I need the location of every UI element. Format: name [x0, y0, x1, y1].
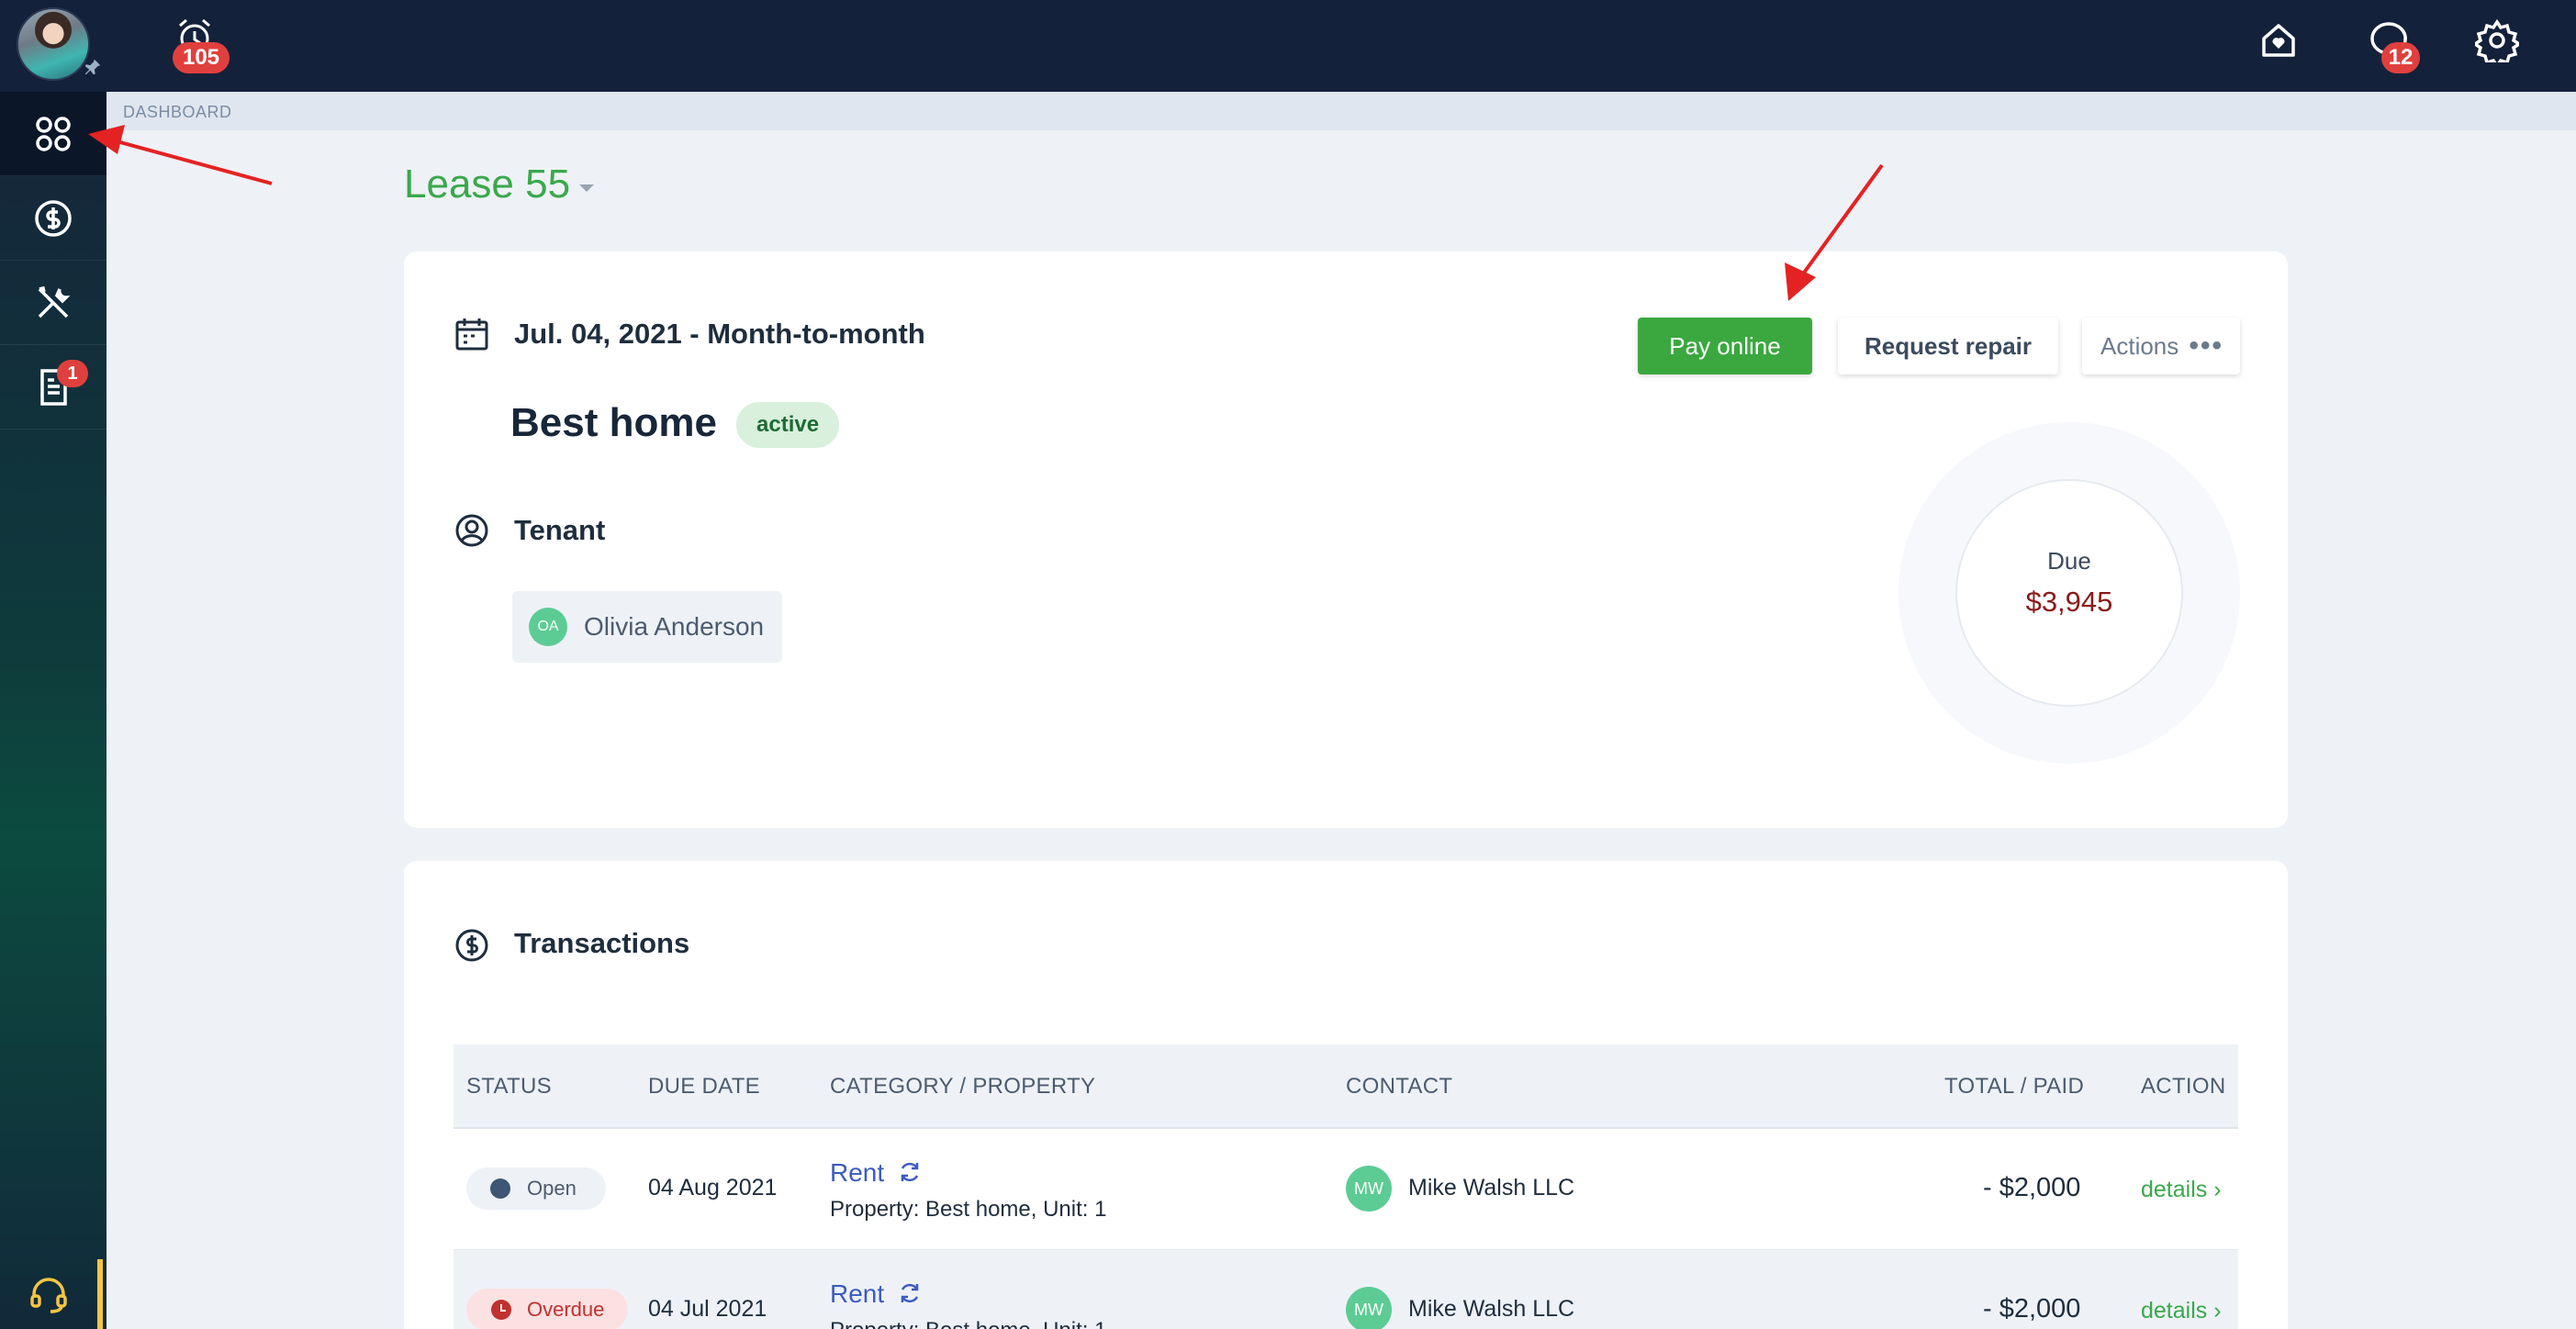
messages-count-badge: 12 — [2381, 42, 2420, 73]
column-contact[interactable]: CONTACT — [1346, 1074, 1452, 1100]
calendar-icon — [455, 318, 488, 351]
more-dots-icon: ••• — [2189, 330, 2223, 361]
amount-value: $2,000 — [1999, 1173, 2081, 1202]
transactions-card: Transactions STATUS DUE DATE CATEGORY / … — [404, 861, 2288, 1329]
contact-avatar: MW — [1346, 1287, 1392, 1329]
status-dot-icon — [490, 1178, 510, 1199]
tenant-label: Tenant — [514, 514, 606, 546]
due-amount: $3,945 — [2025, 586, 2113, 618]
status-pill-open: Open — [466, 1167, 606, 1210]
tenant-name: Olivia Anderson — [584, 612, 765, 641]
sidebar: 1 — [0, 92, 106, 1329]
total-amount: - $2,000 — [1983, 1294, 2080, 1324]
home-icon[interactable] — [2257, 18, 2301, 62]
tools-icon — [38, 285, 71, 318]
due-date: 04 Aug 2021 — [648, 1175, 778, 1201]
alarm-count-badge: 105 — [173, 42, 230, 73]
headset-icon — [30, 1278, 67, 1313]
table-row: Overdue 04 Jul 2021 Rent Property: Best … — [454, 1250, 2238, 1329]
category-link[interactable]: Rent — [830, 1158, 923, 1188]
due-ring: Due $3,945 — [1898, 422, 2240, 764]
status-badge: active — [736, 402, 840, 448]
pay-online-button[interactable]: Pay online — [1638, 318, 1812, 374]
transactions-title: Transactions — [514, 927, 690, 959]
lease-summary-card: Jul. 04, 2021 - Month-to-month Best home… — [404, 251, 2288, 828]
top-bar: 105 12 — [0, 0, 2576, 92]
amount-sign: - — [1983, 1294, 1992, 1323]
contact-name[interactable]: Mike Walsh LLC — [1408, 1175, 1574, 1201]
contact-avatar: MW — [1346, 1166, 1392, 1212]
documents-count-badge: 1 — [57, 360, 88, 387]
actions-button[interactable]: Actions ••• — [2082, 318, 2240, 374]
details-link[interactable]: details › — [2141, 1177, 2222, 1203]
chevron-down-icon — [579, 184, 595, 192]
grid-icon — [36, 116, 71, 151]
annotation-arrow-pay — [1785, 163, 1884, 301]
user-circle-icon — [455, 514, 488, 547]
category-link[interactable]: Rent — [830, 1279, 923, 1309]
property-name: Best home — [510, 400, 717, 445]
total-amount: - $2,000 — [1983, 1173, 2080, 1203]
due-date: 04 Jul 2021 — [648, 1296, 767, 1322]
gear-icon[interactable] — [2471, 18, 2523, 70]
dollar-icon — [35, 199, 72, 237]
dollar-circle-icon — [455, 929, 488, 962]
request-repair-button[interactable]: Request repair — [1838, 318, 2058, 374]
status-text: Open — [527, 1177, 577, 1200]
tenant-chip[interactable]: OA Olivia Anderson — [512, 591, 782, 663]
due-circle: Due $3,945 — [1955, 479, 2183, 707]
column-action: ACTION — [2141, 1074, 2226, 1099]
pin-icon[interactable] — [83, 57, 103, 77]
column-status[interactable]: STATUS — [466, 1074, 552, 1100]
user-avatar[interactable] — [17, 7, 90, 81]
table-row: Open 04 Aug 2021 Rent Property: Best hom… — [454, 1129, 2238, 1250]
amount-value: $2,000 — [1999, 1294, 2081, 1323]
due-label: Due — [2047, 547, 2091, 575]
tenant-avatar: OA — [529, 608, 567, 646]
property-text: Property: Best home, Unit: 1 — [830, 1197, 1107, 1222]
annotation-arrow-dashboard — [88, 125, 273, 185]
support-button[interactable] — [0, 1259, 103, 1329]
category-text: Rent — [830, 1158, 885, 1187]
category-text: Rent — [830, 1279, 885, 1308]
status-text: Overdue — [527, 1298, 605, 1321]
column-total[interactable]: TOTAL / PAID — [1944, 1074, 2084, 1100]
lease-date-range: Jul. 04, 2021 - Month-to-month — [514, 318, 925, 350]
column-due-date[interactable]: DUE DATE — [648, 1074, 760, 1100]
table-header: STATUS DUE DATE CATEGORY / PROPERTY CONT… — [454, 1044, 2238, 1129]
status-pill-overdue: Overdue — [466, 1289, 628, 1329]
lease-selector[interactable]: Lease 55 — [404, 162, 595, 207]
page-title: Lease 55 — [404, 162, 571, 207]
property-text: Property: Best home, Unit: 1 — [830, 1318, 1106, 1329]
sidebar-item-maintenance[interactable] — [0, 261, 106, 345]
recurring-icon — [901, 1162, 919, 1182]
actions-label: Actions — [2100, 332, 2179, 360]
contact-name[interactable]: Mike Walsh LLC — [1408, 1296, 1574, 1323]
amount-sign: - — [1983, 1173, 1992, 1202]
details-link[interactable]: details › — [2141, 1298, 2222, 1324]
column-category[interactable]: CATEGORY / PROPERTY — [830, 1074, 1095, 1100]
clock-icon — [491, 1300, 511, 1320]
sidebar-item-documents[interactable] — [0, 345, 106, 430]
recurring-icon — [901, 1283, 919, 1303]
breadcrumb-bar: DASHBOARD — [106, 92, 2576, 130]
